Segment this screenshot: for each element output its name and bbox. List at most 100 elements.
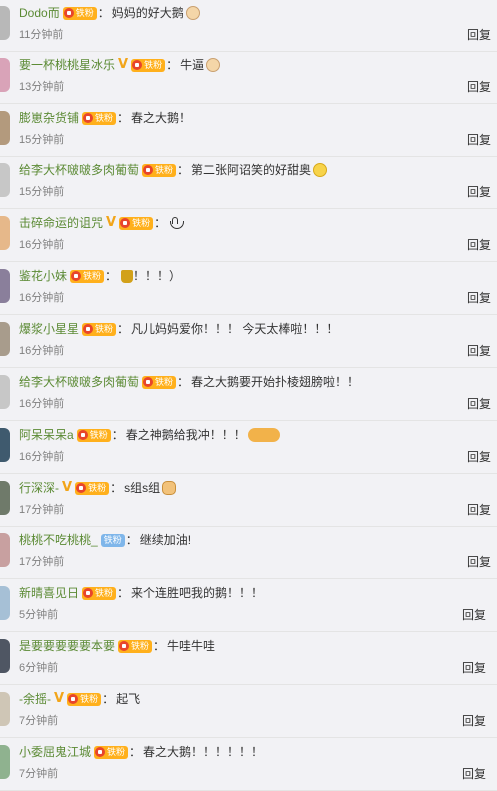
verified-icon: V	[54, 691, 65, 706]
reply-button[interactable]: 回复	[467, 397, 491, 411]
fan-badge[interactable]: 铁粉	[100, 533, 125, 547]
fan-badge[interactable]: 铁粉	[75, 481, 110, 495]
fan-badge[interactable]: 铁粉	[119, 216, 154, 230]
avatar[interactable]	[0, 375, 10, 409]
divider	[0, 737, 497, 738]
comment-colon: ：	[129, 745, 142, 759]
username-link[interactable]: 要一杯桃桃星冰乐	[19, 56, 115, 74]
fan-badge-icon	[83, 588, 94, 598]
reply-button[interactable]: 回复	[462, 608, 486, 622]
fan-badge-icon	[119, 641, 130, 651]
comment-item: 膨崽杂货铺 铁粉：春之大鹅！ 15分钟前 回复	[0, 105, 497, 157]
username-link[interactable]: 击碎命运的诅咒	[19, 214, 103, 232]
fist-icon	[162, 481, 177, 495]
avatar[interactable]	[0, 745, 10, 779]
divider	[0, 367, 497, 368]
comment-line: 给李大杯啵啵多肉葡萄 铁粉：第二张阿诏笑的好甜奥	[19, 161, 328, 179]
fan-badge[interactable]: 铁粉	[118, 639, 153, 653]
comment-item: 爆浆小星星 铁粉：凡儿妈妈爱你！！！ 今天太棒啦！！！ 16分钟前 回复	[0, 316, 497, 368]
avatar[interactable]	[0, 216, 10, 250]
reply-button[interactable]: 回复	[462, 661, 486, 675]
fan-badge-icon	[95, 747, 106, 757]
fan-badge[interactable]: 铁粉	[82, 322, 117, 336]
username-link[interactable]: 给李大杯啵啵多肉葡萄	[19, 373, 139, 391]
avatar[interactable]	[0, 58, 10, 92]
reply-button[interactable]: 回复	[467, 450, 491, 464]
username-link[interactable]: 膨崽杂货铺	[19, 109, 79, 127]
comment-time: 17分钟前	[19, 556, 65, 568]
fan-badge[interactable]: 铁粉	[82, 111, 117, 125]
comment-time: 6分钟前	[19, 662, 59, 674]
comment-time: 7分钟前	[19, 715, 59, 727]
comment-text: 凡儿妈妈爱你！！！ 今天太棒啦！！！	[131, 322, 339, 336]
reply-button[interactable]: 回复	[467, 238, 491, 252]
fan-badge-label: 铁粉	[144, 59, 163, 70]
reply-button[interactable]: 回复	[467, 291, 491, 305]
fan-badge-icon	[71, 271, 82, 281]
avatar[interactable]	[0, 692, 10, 726]
username-link[interactable]: 鉴花小妹	[19, 267, 67, 285]
comment-item: 是要要要要要本要 铁粉：牛哇牛哇 6分钟前 回复	[0, 633, 497, 685]
avatar[interactable]	[0, 163, 10, 197]
comment-line: 小委屈鬼江城 铁粉：春之大鹅！！！！！！	[19, 743, 263, 761]
comment-colon: ：	[117, 111, 130, 125]
comment-text: 来个连胜吧我的鹅！！！	[131, 586, 264, 600]
comment-text: ！！！）	[133, 269, 182, 283]
fan-badge[interactable]: 铁粉	[82, 586, 117, 600]
avatar[interactable]	[0, 533, 10, 567]
comment-line: 桃桃不吃桃桃_ 铁粉：继续加油!	[19, 531, 191, 549]
fan-badge[interactable]: 铁粉	[142, 163, 177, 177]
avatar[interactable]	[0, 111, 10, 145]
reply-button[interactable]: 回复	[467, 344, 491, 358]
fan-badge[interactable]: 铁粉	[76, 428, 111, 442]
avatar[interactable]	[0, 586, 10, 620]
comment-item: 新晴喜见日 铁粉：来个连胜吧我的鹅！！！ 5分钟前 回复	[0, 580, 497, 632]
divider	[0, 578, 497, 579]
reply-button[interactable]: 回复	[462, 714, 486, 728]
username-link[interactable]: 阿呆呆呆a	[19, 426, 74, 444]
comment-colon: ：	[153, 639, 166, 653]
comment-time: 16分钟前	[19, 239, 65, 251]
divider	[0, 314, 497, 315]
fan-badge[interactable]: 铁粉	[142, 375, 177, 389]
comment-line: 新晴喜见日 铁粉：来个连胜吧我的鹅！！！	[19, 584, 263, 602]
avatar[interactable]	[0, 6, 10, 40]
comment-colon: ：	[154, 216, 167, 230]
reply-button[interactable]: 回复	[467, 185, 491, 199]
username-link[interactable]: 爆浆小星星	[19, 320, 79, 338]
fan-badge-label: 铁粉	[88, 482, 107, 493]
avatar[interactable]	[0, 428, 10, 462]
comment-colon: ：	[111, 428, 124, 442]
username-link[interactable]: -余摇-	[19, 690, 51, 708]
fan-badge[interactable]: 铁粉	[67, 692, 102, 706]
avatar[interactable]	[0, 269, 10, 303]
reply-button[interactable]: 回复	[467, 133, 491, 147]
fan-badge[interactable]: 铁粉	[62, 6, 97, 20]
comment-line: 鉴花小妹 铁粉： ！！！）	[19, 267, 181, 285]
comment-item: 鉴花小妹 铁粉： ！！！） 16分钟前 回复	[0, 263, 497, 315]
avatar[interactable]	[0, 481, 10, 515]
username-link[interactable]: 小委屈鬼江城	[19, 743, 91, 761]
reply-button[interactable]: 回复	[467, 555, 491, 569]
comment-text: 起飞	[116, 692, 141, 706]
fan-badge-label: 铁粉	[89, 429, 108, 440]
fan-badge[interactable]: 铁粉	[131, 58, 166, 72]
username-link[interactable]: 桃桃不吃桃桃_	[19, 531, 98, 549]
avatar[interactable]	[0, 322, 10, 356]
comment-time: 11分钟前	[19, 29, 64, 41]
username-link[interactable]: 是要要要要要本要	[19, 637, 115, 655]
username-link[interactable]: 给李大杯啵啵多肉葡萄	[19, 161, 139, 179]
verified-icon: V	[106, 215, 117, 230]
fan-badge[interactable]: 铁粉	[70, 269, 105, 283]
username-link[interactable]: 行深深-	[19, 479, 59, 497]
fan-badge-label: 铁粉	[75, 7, 94, 18]
username-link[interactable]: 新晴喜见日	[19, 584, 79, 602]
fan-badge-icon	[143, 377, 154, 387]
reply-button[interactable]: 回复	[467, 80, 491, 94]
avatar[interactable]	[0, 639, 10, 673]
username-link[interactable]: Dodo而	[19, 4, 60, 22]
reply-button[interactable]: 回复	[467, 28, 491, 42]
reply-button[interactable]: 回复	[467, 503, 491, 517]
reply-button[interactable]: 回复	[462, 767, 486, 781]
fan-badge[interactable]: 铁粉	[94, 745, 129, 759]
